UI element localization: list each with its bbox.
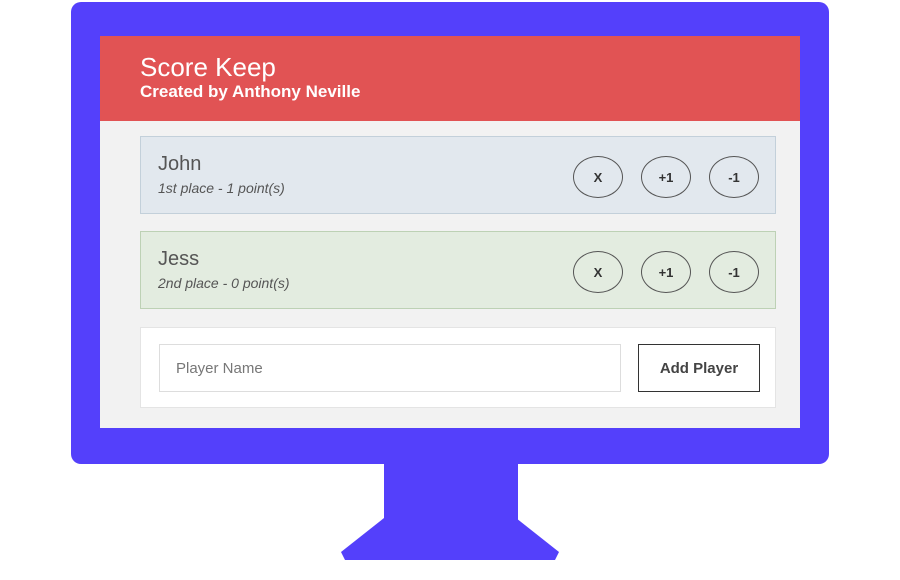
player-name: Jess	[158, 248, 200, 270]
player-list: John 1st place - 1 point(s) X +1 -1 Jess…	[140, 136, 776, 326]
app-header: Score Keep Created by Anthony Neville	[100, 36, 800, 121]
add-player-form: Add Player	[140, 327, 776, 408]
add-player-button[interactable]: Add Player	[638, 344, 760, 392]
player-card-john: John 1st place - 1 point(s) X +1 -1	[140, 136, 776, 214]
player-rank-score: 2nd place - 0 point(s)	[158, 275, 290, 291]
app-subtitle: Created by Anthony Neville	[140, 82, 361, 101]
desktop-monitor-illustration: Score Keep Created by Anthony Neville Jo…	[0, 0, 900, 580]
app-title: Score Keep	[140, 52, 276, 82]
increment-score-button[interactable]: +1	[641, 251, 691, 293]
decrement-score-button[interactable]: -1	[709, 156, 759, 198]
player-card-jess: Jess 2nd place - 0 point(s) X +1 -1	[140, 231, 776, 309]
monitor-stand-base	[341, 518, 559, 560]
remove-player-button[interactable]: X	[573, 251, 623, 293]
player-name-input[interactable]	[159, 344, 621, 392]
decrement-score-button[interactable]: -1	[709, 251, 759, 293]
increment-score-button[interactable]: +1	[641, 156, 691, 198]
remove-player-button[interactable]: X	[573, 156, 623, 198]
player-rank-score: 1st place - 1 point(s)	[158, 180, 285, 196]
monitor-stand-neck	[384, 462, 518, 520]
player-name: John	[158, 153, 202, 175]
score-keep-app-screen: Score Keep Created by Anthony Neville Jo…	[100, 36, 800, 428]
